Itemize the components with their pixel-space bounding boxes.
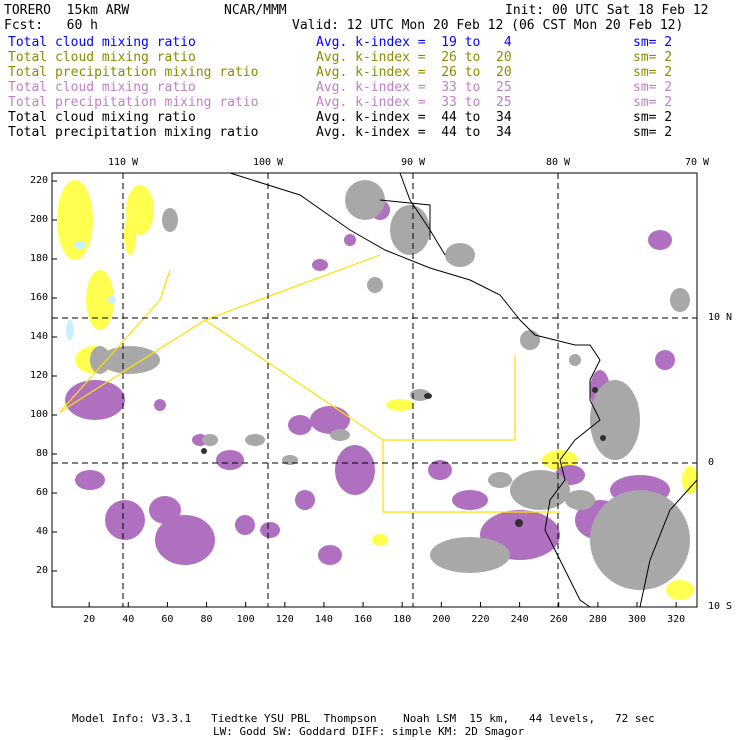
y-tick-label: 140 xyxy=(29,331,48,342)
y-tick-label: 120 xyxy=(29,370,48,381)
x-tick-label: 160 xyxy=(354,614,373,625)
gray-cloud-region xyxy=(565,490,595,510)
y-tick-label: 20 xyxy=(35,565,48,576)
x-tick-label: 320 xyxy=(667,614,686,625)
gray-cloud-region xyxy=(488,472,512,488)
purple-cloud-region xyxy=(65,380,125,420)
purple-cloud-region xyxy=(344,234,356,246)
purple-cloud-region xyxy=(648,230,672,250)
gray-cloud-region xyxy=(245,434,265,446)
purple-cloud-region xyxy=(75,470,105,490)
longitude-label: 90 W xyxy=(400,157,426,168)
gray-cloud-region xyxy=(202,434,218,446)
yellow-cloud-region xyxy=(57,180,93,260)
purple-cloud-region xyxy=(318,545,342,565)
y-tick-label: 60 xyxy=(35,487,48,498)
dark-cloud-core xyxy=(424,393,432,399)
purple-cloud-region xyxy=(154,399,166,411)
y-tick-label: 100 xyxy=(29,409,48,420)
gray-cloud-region xyxy=(520,330,540,350)
purple-cloud-region xyxy=(288,415,312,435)
footer-physics: LW: Godd SW: Goddard DIFF: simple KM: 2D… xyxy=(213,725,525,738)
latitude-label: 10 S xyxy=(708,601,733,612)
cyan-cloud-region xyxy=(74,241,86,249)
x-tick-label: 100 xyxy=(236,614,255,625)
yellow-cloud-region xyxy=(124,215,136,255)
dark-cloud-core xyxy=(592,387,598,393)
cyan-cloud-region xyxy=(108,296,116,304)
purple-cloud-region xyxy=(155,515,215,565)
gray-cloud-region xyxy=(445,243,475,267)
latitude-label: 10 N xyxy=(708,312,733,323)
dark-cloud-core xyxy=(515,519,523,527)
y-tick-label: 200 xyxy=(29,214,48,225)
y-tick-label: 80 xyxy=(35,448,48,459)
gray-cloud-region xyxy=(390,205,430,255)
x-tick-label: 240 xyxy=(510,614,529,625)
gray-cloud-region xyxy=(670,288,690,312)
yellow-cloud-region xyxy=(682,466,698,494)
dark-cloud-core xyxy=(201,448,207,454)
gray-cloud-region xyxy=(510,470,570,510)
gray-cloud-region xyxy=(162,208,178,232)
x-tick-label: 20 xyxy=(83,614,96,625)
y-tick-label: 160 xyxy=(29,292,48,303)
purple-cloud-region xyxy=(295,490,315,510)
latitude-label: 0 xyxy=(708,457,715,468)
x-tick-label: 280 xyxy=(588,614,607,625)
cyan-cloud-region xyxy=(66,320,74,340)
purple-cloud-region xyxy=(335,445,375,495)
yellow-cloud-region xyxy=(372,534,388,546)
x-tick-label: 120 xyxy=(275,614,294,625)
x-tick-label: 300 xyxy=(627,614,647,625)
x-tick-label: 60 xyxy=(161,614,174,625)
gray-cloud-region xyxy=(345,180,385,220)
gray-cloud-region xyxy=(430,537,510,573)
purple-cloud-region xyxy=(105,500,145,540)
purple-cloud-region xyxy=(260,522,280,538)
map-plot xyxy=(51,172,698,608)
x-tick-label: 260 xyxy=(549,614,568,625)
yellow-cloud-region xyxy=(386,399,414,411)
x-tick-label: 200 xyxy=(432,614,451,625)
purple-cloud-region xyxy=(655,350,675,370)
x-tick-label: 40 xyxy=(122,614,135,625)
longitude-label: 80 W xyxy=(545,157,571,168)
longitude-label: 100 W xyxy=(252,157,284,168)
footer-model-info: Model Info: V3.3.1 Tiedtke YSU PBL Thomp… xyxy=(72,712,655,725)
purple-cloud-region xyxy=(216,450,244,470)
y-tick-label: 220 xyxy=(29,175,48,186)
y-tick-label: 40 xyxy=(35,526,48,537)
longitude-label: 110 W xyxy=(107,157,139,168)
y-tick-label: 180 xyxy=(29,253,48,264)
dark-cloud-core xyxy=(600,435,606,441)
purple-cloud-region xyxy=(235,515,255,535)
x-tick-label: 220 xyxy=(471,614,490,625)
gray-cloud-region xyxy=(330,429,350,441)
map-figure: TORERO 15km ARW NCAR/MMM Init: 00 UTC Sa… xyxy=(0,0,740,740)
yellow-cloud-region xyxy=(666,580,694,600)
x-tick-label: 140 xyxy=(314,614,333,625)
longitude-label: 70 W xyxy=(684,157,710,168)
x-tick-label: 180 xyxy=(393,614,412,625)
gray-cloud-region xyxy=(590,380,640,460)
purple-cloud-region xyxy=(428,460,452,480)
gray-cloud-region xyxy=(367,277,383,293)
purple-cloud-region xyxy=(312,259,328,271)
purple-cloud-region xyxy=(452,490,488,510)
x-tick-label: 80 xyxy=(200,614,213,625)
gray-cloud-region xyxy=(569,354,581,366)
